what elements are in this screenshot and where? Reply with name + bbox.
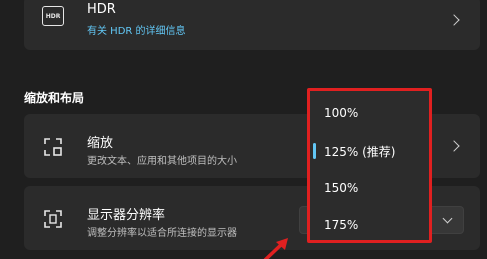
scale-title: 缩放 [87,136,114,151]
annotation-arrow-icon [263,238,288,259]
selected-indicator [313,143,316,159]
hdr-icon-label: HDR [45,12,61,20]
resolution-title: 显示器分辨率 [87,208,166,223]
chevron-right-icon [448,140,460,152]
section-title-scale-layout: 缩放和布局 [24,91,85,105]
scale-option-175[interactable]: 175% [324,218,358,232]
scale-option-150[interactable]: 150% [324,181,358,195]
scale-icon [44,138,62,156]
scale-subtitle: 更改文本、应用和其他项目的大小 [87,156,237,167]
scale-option-125-recommended[interactable]: 125% (推荐) [324,143,396,160]
resolution-icon [44,210,62,228]
hdr-setting-card[interactable]: HDR HDR 有关 HDR 的详细信息 [24,0,480,50]
hdr-icon: HDR [42,6,64,26]
chevron-right-icon [448,14,460,26]
display-settings-page: HDR HDR 有关 HDR 的详细信息 缩放和布局 缩放 更改文本、应用和其他… [0,0,487,259]
chevron-down-icon [442,213,453,224]
hdr-title: HDR [87,2,116,17]
scale-option-100[interactable]: 100% [324,106,358,120]
hdr-info-link[interactable]: 有关 HDR 的详细信息 [87,22,186,37]
scale-options-flyout: 100% 125% (推荐) 150% 175% [307,88,432,243]
resolution-subtitle: 调整分辨率以适合所连接的显示器 [87,228,237,239]
